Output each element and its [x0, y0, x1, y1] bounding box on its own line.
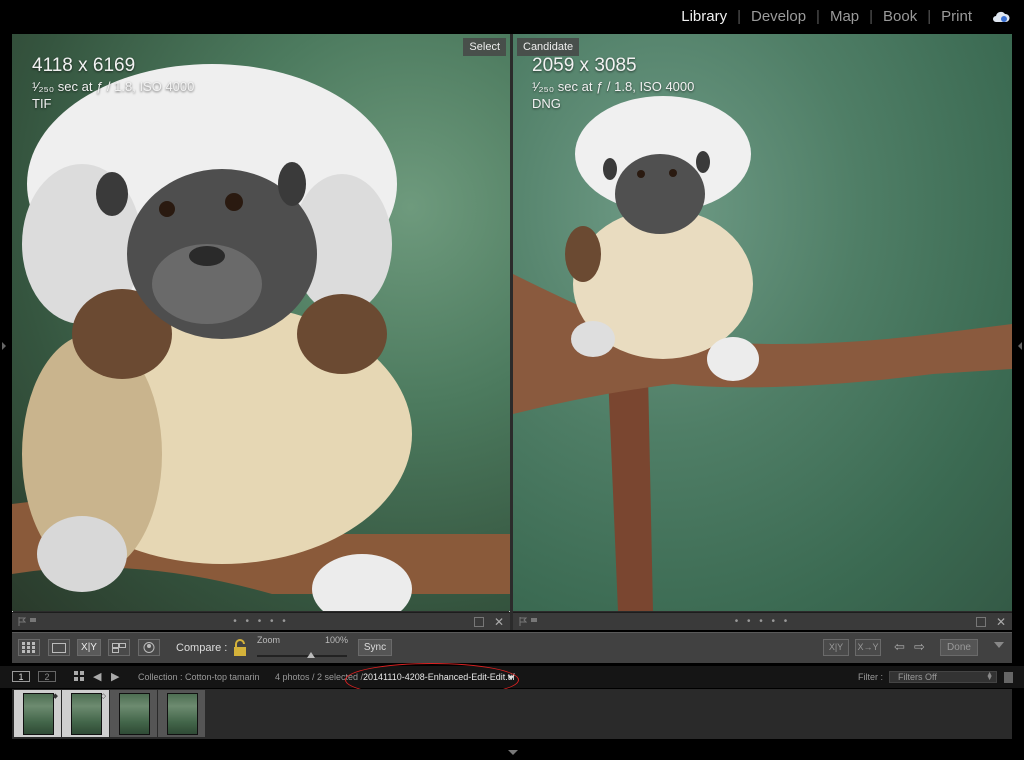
select-star-rating[interactable]: • • • • • [233, 616, 289, 627]
candidate-exposure: ¹⁄₂₅₀ sec at ƒ / 1.8, ISO 4000 [532, 79, 695, 94]
previous-photo-icon[interactable]: ⇦ [894, 639, 905, 655]
filmstrip-thumbnail[interactable]: ◆ [14, 690, 61, 737]
zoom-slider-thumb[interactable] [307, 652, 315, 658]
zoom-value: 100% [325, 635, 349, 645]
candidate-pane[interactable]: 2059 x 3085 ¹⁄₂₅₀ sec at ƒ / 1.8, ISO 40… [513, 34, 1012, 630]
make-select-button[interactable]: X→Y [855, 639, 881, 656]
module-separator: | [869, 8, 874, 25]
filmstrip-thumbnail[interactable] [110, 690, 157, 737]
face-icon [143, 642, 155, 653]
filter-value: Filters Off [898, 672, 937, 682]
candidate-close-icon[interactable]: ✕ [996, 615, 1006, 629]
flag-icon[interactable] [519, 617, 527, 626]
module-picker: Library | Develop | Map | Book | Print [681, 8, 972, 25]
compare-view: 4118 x 6169 ¹⁄₂₅₀ sec at ƒ / 1.8, ISO 40… [12, 34, 1012, 630]
module-book[interactable]: Book [883, 8, 917, 25]
sync-button[interactable]: Sync [358, 639, 392, 656]
survey-view-button[interactable] [108, 639, 130, 656]
select-tag: Select [463, 38, 506, 56]
candidate-tag: Candidate [517, 38, 580, 56]
zoom-label: Zoom [257, 635, 281, 645]
thumbnail-image [23, 693, 54, 735]
module-separator: | [737, 8, 741, 25]
swap-button[interactable]: X|Y [823, 639, 849, 656]
filmstrip-thumbnail[interactable]: ◇ [62, 690, 109, 737]
candidate-dimensions: 2059 x 3085 [532, 55, 637, 76]
thumbnail-image [71, 693, 102, 735]
collection-source[interactable]: Collection : Cotton-top tamarin [138, 672, 260, 682]
people-view-button[interactable] [138, 639, 160, 656]
module-bar: Library | Develop | Map | Book | Print [0, 0, 1024, 34]
right-panel-toggle-icon[interactable] [1018, 342, 1022, 350]
loupe-view-button[interactable] [48, 639, 70, 656]
select-dimensions: 4118 x 6169 [32, 55, 136, 76]
reject-flag-icon[interactable] [530, 617, 538, 626]
next-photo-icon[interactable]: ⇨ [914, 639, 925, 655]
updown-icon: ▲ ▼ [986, 671, 993, 682]
module-print[interactable]: Print [941, 8, 972, 25]
reject-flag-icon[interactable] [29, 617, 37, 626]
select-rating-strip: • • • • • ✕ [12, 612, 510, 630]
select-photo-info: 4118 x 6169 ¹⁄₂₅₀ sec at ƒ / 1.8, ISO 40… [32, 54, 194, 112]
back-arrow-icon[interactable]: ◀ [93, 670, 101, 683]
select-marker-icon: ◆ [52, 693, 58, 700]
select-exposure: ¹⁄₂₅₀ sec at ƒ / 1.8, ISO 4000 [32, 79, 195, 94]
filmstrip-toggle-icon[interactable] [508, 750, 518, 755]
thumbnail-image [119, 693, 150, 735]
filter-lock-icon[interactable] [1004, 672, 1013, 683]
candidate-format: DNG [532, 96, 561, 111]
left-panel-toggle-icon[interactable] [2, 342, 6, 350]
module-develop[interactable]: Develop [751, 8, 806, 25]
grid-icon[interactable] [74, 671, 85, 682]
compare-label: Compare : [176, 642, 228, 654]
zoom-slider[interactable] [257, 652, 347, 658]
select-close-icon[interactable]: ✕ [494, 615, 504, 629]
select-format: TIF [32, 96, 52, 111]
candidate-rating-strip: • • • • • ✕ [513, 612, 1012, 630]
flag-icon[interactable] [18, 617, 26, 626]
filmstrip: ◆ ◇ [12, 689, 1012, 739]
filmstrip-thumbnail[interactable] [158, 690, 205, 737]
filter-select[interactable]: Filters Off ▲ ▼ [889, 671, 997, 683]
tamarin-photo-small [513, 96, 1012, 611]
main-window-button[interactable]: 1 [12, 671, 30, 682]
grid-view-icon [22, 642, 35, 653]
module-map[interactable]: Map [830, 8, 859, 25]
grid-view-button[interactable] [18, 639, 40, 656]
filter-label: Filter : [858, 672, 884, 682]
module-library[interactable]: Library [681, 8, 727, 25]
thumbnail-image [167, 693, 198, 735]
secondary-window-button[interactable]: 2 [38, 671, 56, 682]
compare-view-icon: X|Y [81, 642, 97, 653]
candidate-photo-info: 2059 x 3085 ¹⁄₂₅₀ sec at ƒ / 1.8, ISO 40… [532, 54, 694, 112]
candidate-photo[interactable] [513, 34, 1012, 611]
candidate-star-rating[interactable]: • • • • • [735, 616, 791, 627]
compare-view-button[interactable]: X|Y [77, 639, 101, 656]
done-button[interactable]: Done [940, 639, 978, 656]
unlock-icon[interactable] [232, 639, 248, 657]
module-separator: | [816, 8, 820, 25]
forward-arrow-icon[interactable]: ▶ [111, 670, 119, 683]
select-photo[interactable] [12, 34, 510, 624]
survey-view-icon [112, 643, 126, 653]
toolbar-menu-chevron-icon[interactable] [994, 642, 1004, 648]
cloud-sync-icon[interactable] [992, 10, 1010, 24]
select-pane-mini-icon[interactable] [474, 617, 484, 627]
tamarin-photo-large [12, 64, 510, 624]
select-pane[interactable]: 4118 x 6169 ¹⁄₂₅₀ sec at ƒ / 1.8, ISO 40… [12, 34, 510, 630]
candidate-marker-icon: ◇ [100, 693, 106, 700]
loupe-view-icon [52, 643, 66, 653]
compare-toolbar: X|Y Compare : Zoom 100% Sync X|Y X→Y ⇦ ⇨… [12, 632, 1012, 663]
module-separator: | [927, 8, 932, 25]
candidate-pane-mini-icon[interactable] [976, 617, 986, 627]
